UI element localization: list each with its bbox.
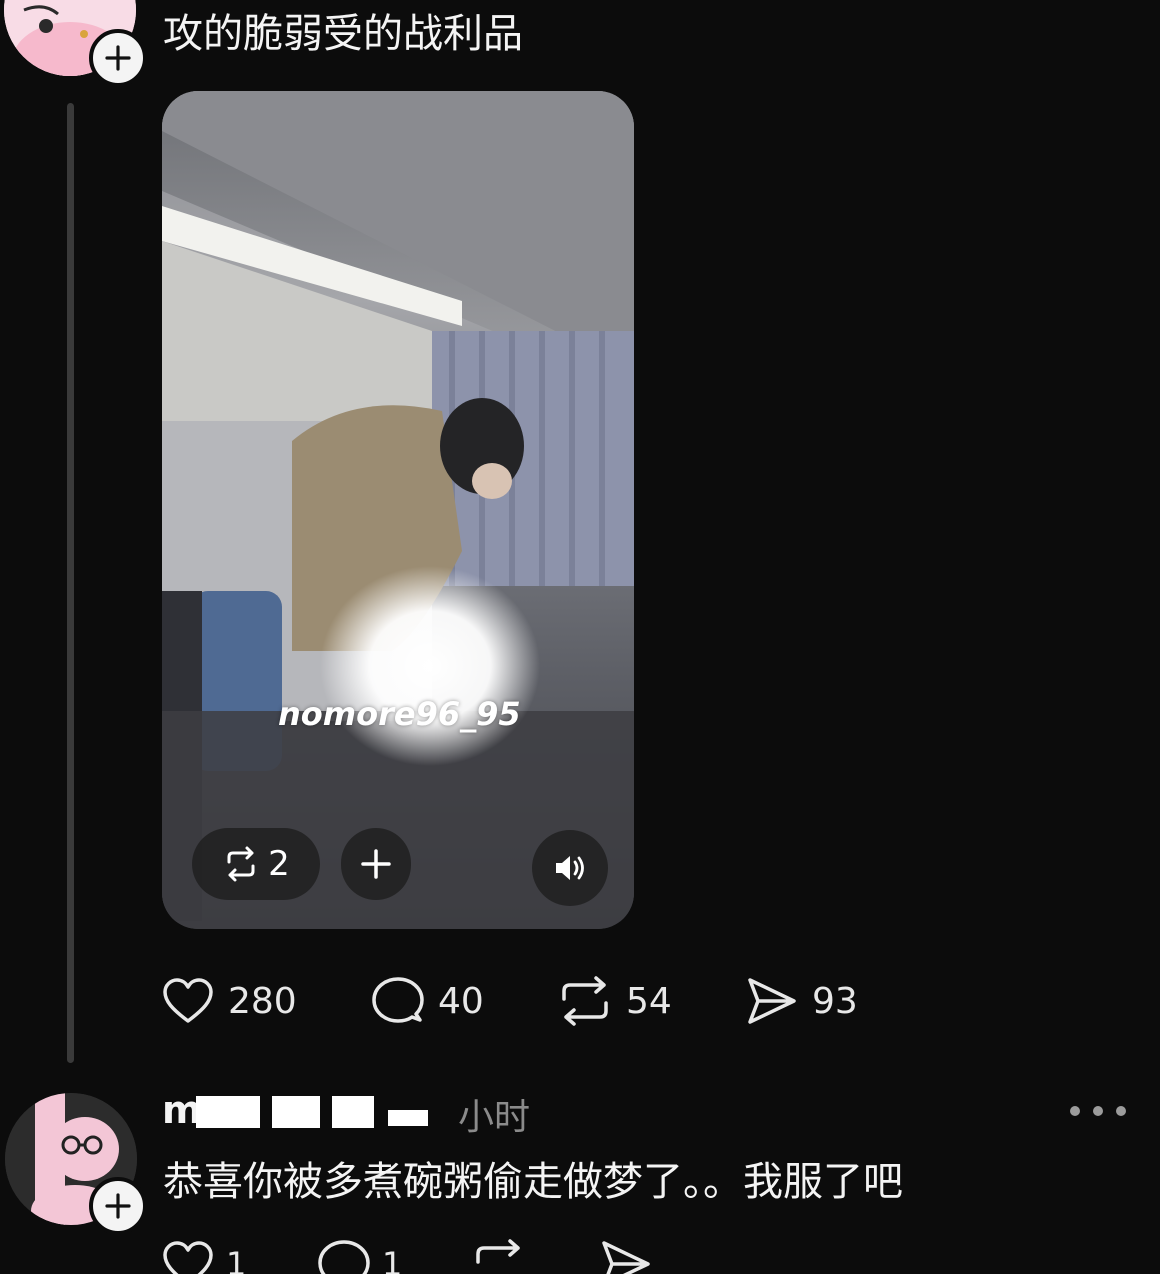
- speaker-icon: [556, 856, 584, 880]
- heart-icon: [163, 1241, 213, 1274]
- reply-text: 恭喜你被多煮碗粥偷走做梦了。。我服了吧: [163, 1159, 903, 1205]
- comment-button[interactable]: 40: [372, 974, 484, 1028]
- share-count: 93: [812, 980, 858, 1022]
- username-redaction: [272, 1096, 320, 1128]
- more-options-button[interactable]: [1070, 1097, 1126, 1125]
- share-button[interactable]: 93: [746, 974, 858, 1028]
- reply-like-count: 1: [226, 1245, 247, 1274]
- reply-like-button[interactable]: 1: [162, 1241, 247, 1274]
- reply-repost-button[interactable]: [472, 1239, 526, 1274]
- sound-toggle-button[interactable]: [532, 830, 608, 906]
- repost-icon: [562, 976, 608, 1026]
- like-count: 280: [228, 980, 297, 1022]
- username-redaction: [388, 1110, 428, 1126]
- repost-count: 54: [626, 980, 672, 1022]
- like-button[interactable]: 280: [162, 974, 297, 1028]
- repost-icon: [476, 1239, 520, 1264]
- send-icon: [748, 978, 796, 1024]
- video-add-button[interactable]: [341, 828, 411, 900]
- reply-comment-count: 1: [382, 1245, 403, 1274]
- plus-icon: [361, 849, 391, 879]
- video-repost-button[interactable]: 2: [192, 828, 320, 900]
- plus-icon: [105, 45, 131, 71]
- video-repost-count: 2: [268, 844, 290, 884]
- send-icon: [602, 1241, 650, 1274]
- threads-feed: 攻的脆弱受的战利品 nomore96_95 2 280 40 54 93 m 小…: [0, 0, 1160, 1274]
- repost-button[interactable]: 54: [558, 974, 672, 1028]
- reply-timestamp: 小时: [458, 1097, 531, 1138]
- follow-button[interactable]: [89, 29, 147, 87]
- post-video[interactable]: nomore96_95 2: [162, 91, 634, 929]
- reply-share-button[interactable]: [600, 1241, 652, 1274]
- heart-icon: [163, 978, 213, 1023]
- comment-icon: [318, 1240, 370, 1274]
- username-redaction: [196, 1096, 260, 1128]
- plus-icon: [105, 1193, 131, 1219]
- post-text: 攻的脆弱受的战利品: [163, 11, 523, 57]
- repost-icon: [227, 846, 255, 882]
- reply-follow-button[interactable]: [89, 1177, 147, 1235]
- more-dots-icon: [1070, 1106, 1080, 1116]
- video-watermark: nomore96_95: [278, 695, 521, 733]
- comment-count: 40: [438, 980, 484, 1022]
- username-redaction: [332, 1096, 374, 1128]
- thread-line: [67, 103, 74, 1063]
- video-frame: [162, 91, 634, 929]
- comment-icon: [372, 977, 424, 1023]
- reply-comment-button[interactable]: 1: [318, 1240, 403, 1274]
